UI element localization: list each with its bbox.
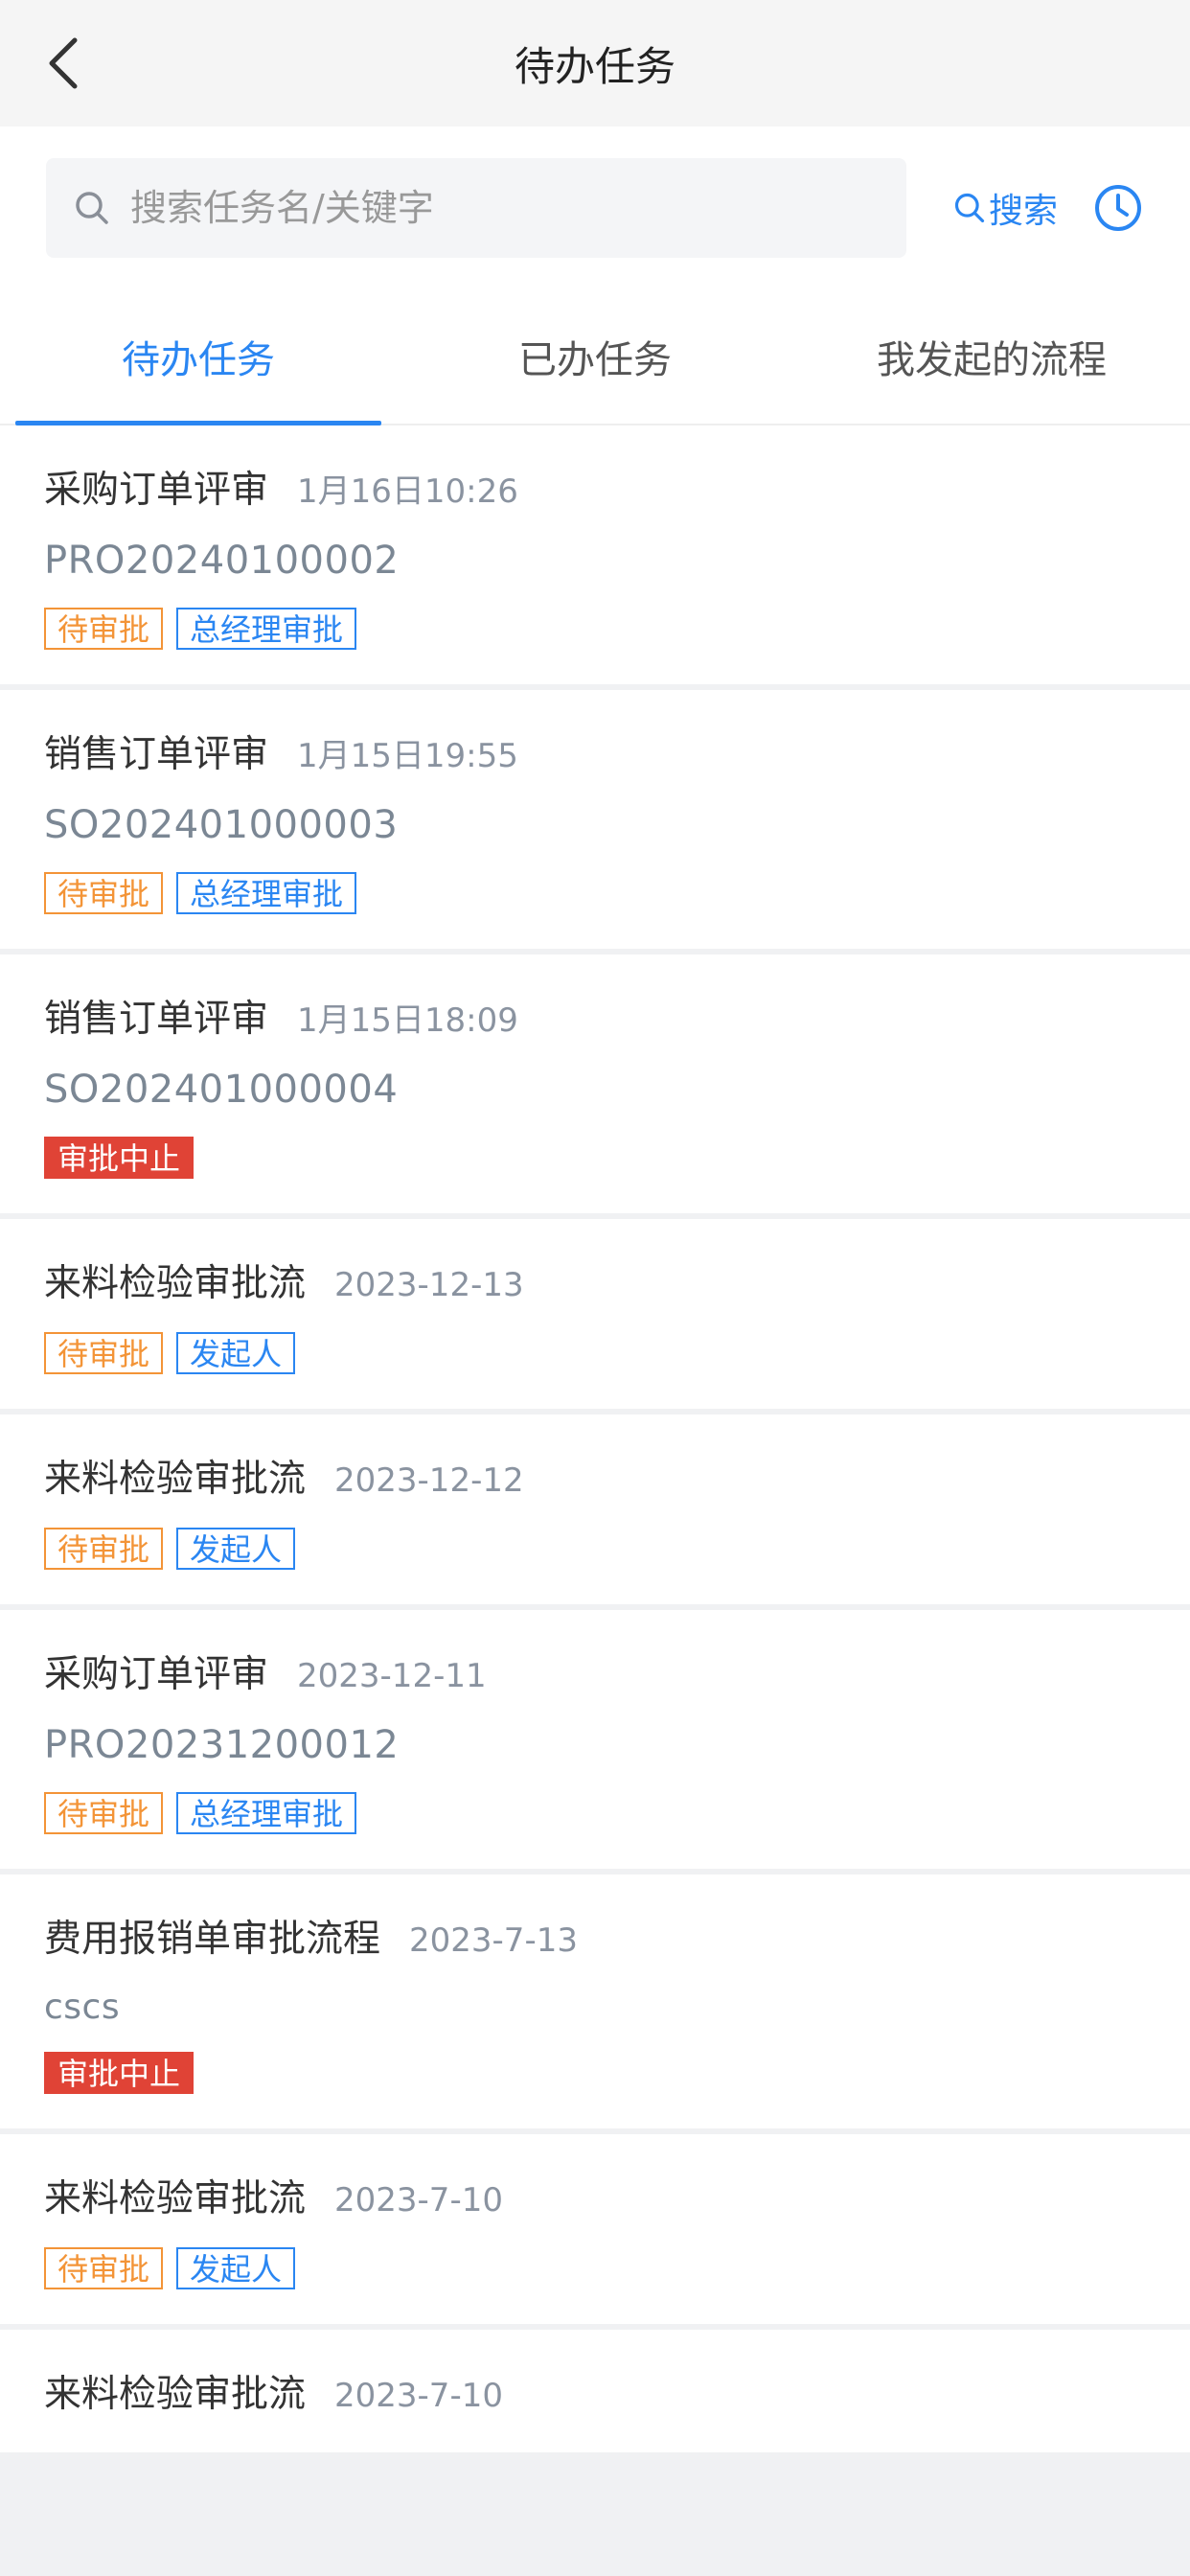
task-time: 2023-7-13	[409, 1921, 578, 1960]
status-badge: 总经理审批	[176, 608, 357, 650]
status-badge: 待审批	[44, 1528, 164, 1570]
task-item-header: 来料检验审批流 2023-7-10	[44, 2364, 1146, 2418]
tab-bar: 待办任务 已办任务 我发起的流程	[0, 289, 1190, 426]
task-item[interactable]: 来料检验审批流 2023-7-10	[0, 2330, 1190, 2452]
back-button[interactable]	[34, 34, 92, 92]
search-bar: 搜索	[0, 126, 1190, 289]
task-item-header: 来料检验审批流 2023-12-13	[44, 1254, 1146, 1307]
task-item-header: 费用报销单审批流程 2023-7-13	[44, 1909, 1146, 1963]
task-tags: 待审批 发起人	[44, 2247, 1146, 2289]
status-badge: 发起人	[176, 1332, 296, 1374]
task-item[interactable]: 来料检验审批流 2023-7-10 待审批 发起人	[0, 2134, 1190, 2324]
history-button[interactable]	[1092, 182, 1144, 234]
header-bar: 待办任务	[0, 0, 1190, 126]
task-title: 销售订单评审	[44, 733, 269, 776]
task-time: 1月15日19:55	[297, 737, 518, 775]
task-title: 来料检验审批流	[44, 1458, 307, 1501]
status-badge: 发起人	[176, 2247, 296, 2289]
task-item-header: 来料检验审批流 2023-7-10	[44, 2169, 1146, 2222]
task-tags: 待审批 发起人	[44, 1528, 1146, 1570]
task-code: SO202401000004	[44, 1068, 399, 1112]
task-item[interactable]: 费用报销单审批流程 2023-7-13 cscs 审批中止	[0, 1874, 1190, 2128]
search-button-label: 搜索	[989, 192, 1059, 231]
task-title: 销售订单评审	[44, 998, 269, 1041]
task-code: PRO20240100002	[44, 539, 400, 583]
tab-pending[interactable]: 待办任务	[0, 289, 397, 426]
task-tags: 待审批 总经理审批	[44, 608, 1146, 650]
search-icon	[954, 193, 985, 223]
task-title: 采购订单评审	[44, 469, 269, 512]
search-box[interactable]	[46, 158, 906, 258]
task-time: 2023-7-10	[334, 2377, 503, 2415]
status-badge: 审批中止	[44, 2052, 195, 2094]
task-time: 1月16日10:26	[297, 472, 518, 511]
search-button[interactable]: 搜索	[952, 183, 1058, 233]
task-code: cscs	[44, 1988, 121, 2027]
task-time: 2023-12-13	[334, 1266, 524, 1304]
chevron-left-icon	[49, 37, 78, 89]
task-title: 来料检验审批流	[44, 2373, 307, 2416]
task-item[interactable]: 销售订单评审 1月15日19:55 SO202401000003 待审批 总经理审批	[0, 690, 1190, 949]
clock-icon	[1095, 185, 1142, 231]
task-tags: 待审批 总经理审批	[44, 1792, 1146, 1834]
task-item[interactable]: 采购订单评审 2023-12-11 PRO20231200012 待审批 总经理审批	[0, 1610, 1190, 1869]
task-item[interactable]: 来料检验审批流 2023-12-12 待审批 发起人	[0, 1414, 1190, 1604]
task-item[interactable]: 来料检验审批流 2023-12-13 待审批 发起人	[0, 1219, 1190, 1409]
search-icon	[76, 192, 108, 224]
status-badge: 总经理审批	[176, 1792, 357, 1834]
task-item-header: 来料检验审批流 2023-12-12	[44, 1449, 1146, 1503]
status-badge: 待审批	[44, 872, 164, 914]
status-badge: 待审批	[44, 1332, 164, 1374]
page-title: 待办任务	[514, 42, 675, 90]
search-input[interactable]	[128, 186, 860, 230]
task-tags: 审批中止	[44, 2052, 1146, 2094]
task-item-header: 销售订单评审 1月15日19:55	[44, 724, 1146, 778]
status-badge: 总经理审批	[176, 872, 357, 914]
status-badge: 待审批	[44, 608, 164, 650]
task-time: 2023-12-11	[297, 1657, 487, 1695]
task-code: SO202401000003	[44, 803, 399, 847]
task-time: 2023-12-12	[334, 1461, 524, 1500]
task-time: 2023-7-10	[334, 2181, 503, 2220]
status-badge: 审批中止	[44, 1137, 195, 1179]
task-item-header: 采购订单评审 2023-12-11	[44, 1644, 1146, 1698]
task-title: 来料检验审批流	[44, 1262, 307, 1305]
task-item-header: 销售订单评审 1月15日18:09	[44, 989, 1146, 1043]
task-title: 采购订单评审	[44, 1653, 269, 1696]
task-tags: 审批中止	[44, 1137, 1146, 1179]
task-item-header: 采购订单评审 1月16日10:26	[44, 460, 1146, 514]
task-item[interactable]: 销售订单评审 1月15日18:09 SO202401000004 审批中止	[0, 954, 1190, 1213]
task-title: 来料检验审批流	[44, 2177, 307, 2220]
status-badge: 待审批	[44, 1792, 164, 1834]
status-badge: 待审批	[44, 2247, 164, 2289]
task-time: 1月15日18:09	[297, 1001, 518, 1040]
task-tags: 待审批 发起人	[44, 1332, 1146, 1374]
status-badge: 发起人	[176, 1528, 296, 1570]
task-title: 费用报销单审批流程	[44, 1918, 381, 1961]
tab-initiated[interactable]: 我发起的流程	[793, 289, 1190, 424]
task-item[interactable]: 采购订单评审 1月16日10:26 PRO20240100002 待审批 总经理审批	[0, 426, 1190, 684]
task-list: 采购订单评审 1月16日10:26 PRO20240100002 待审批 总经理审批 销售…	[0, 426, 1190, 2452]
tab-done[interactable]: 已办任务	[397, 289, 793, 424]
task-code: PRO20231200012	[44, 1723, 400, 1767]
task-tags: 待审批 总经理审批	[44, 872, 1146, 914]
